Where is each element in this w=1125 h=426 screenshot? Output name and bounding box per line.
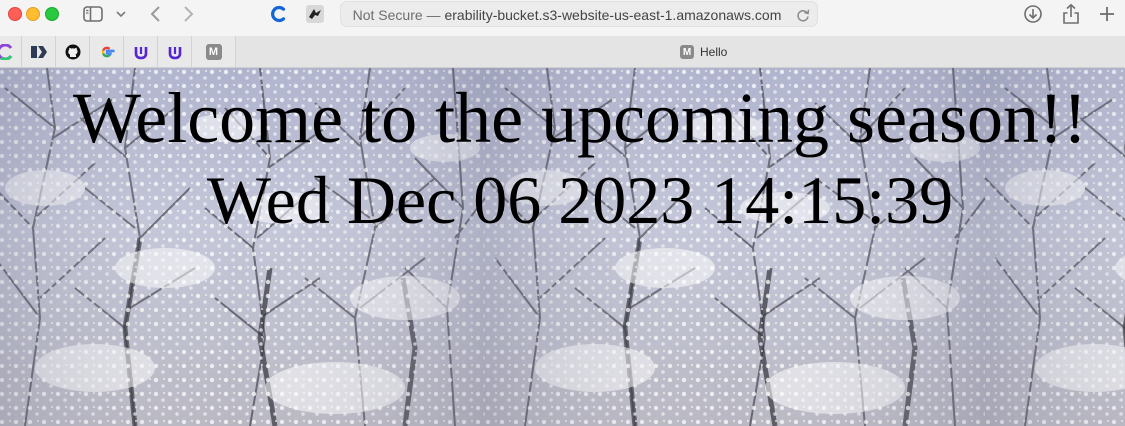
tab-favicon-m-icon: M — [680, 45, 694, 59]
address-text: Not Secure — erability-bucket.s3-website… — [341, 2, 793, 28]
chevron-down-icon[interactable] — [114, 2, 128, 26]
active-tab[interactable]: M Hello — [680, 43, 727, 61]
security-label: Not Secure — — [352, 7, 441, 23]
downloads-icon[interactable] — [1022, 2, 1044, 26]
close-window-button[interactable] — [8, 7, 22, 21]
favorite-m-icon[interactable]: M — [192, 36, 236, 67]
minimize-window-button[interactable] — [26, 7, 40, 21]
address-bar[interactable]: Not Secure — erability-bucket.s3-website… — [340, 1, 818, 27]
favorite-udemy-icon[interactable] — [124, 36, 158, 67]
favorite-google-icon[interactable] — [90, 36, 124, 67]
favorite-github-icon[interactable] — [56, 36, 90, 67]
favorite-colorful-app-icon[interactable] — [0, 36, 22, 67]
favorite-arrow-app-icon[interactable] — [22, 36, 56, 67]
extension-c-icon[interactable] — [268, 2, 290, 26]
back-icon[interactable] — [146, 2, 164, 26]
url-text: erability-bucket.s3-website-us-east-1.am… — [444, 7, 782, 23]
web-page: Welcome to the upcoming season!! Wed Dec… — [0, 68, 1125, 426]
m-icon: M — [205, 43, 222, 60]
share-icon[interactable] — [1060, 2, 1082, 26]
extension-bird-icon[interactable] — [304, 2, 326, 26]
tab-bar: M M Hello — [0, 36, 1125, 68]
browser-toolbar: Not Secure — erability-bucket.s3-website… — [0, 0, 1125, 36]
sidebar-toggle-icon[interactable] — [82, 2, 104, 26]
tab-title-text: Hello — [700, 45, 728, 59]
favorite-udemy-icon[interactable] — [158, 36, 192, 67]
current-datetime: Wed Dec 06 2023 14:15:39 — [206, 162, 954, 238]
forward-icon[interactable] — [180, 2, 198, 26]
welcome-heading: Welcome to the upcoming season!! — [73, 78, 1087, 158]
new-tab-icon[interactable] — [1096, 2, 1118, 26]
fullscreen-window-button[interactable] — [45, 7, 59, 21]
reload-icon[interactable] — [795, 7, 811, 23]
